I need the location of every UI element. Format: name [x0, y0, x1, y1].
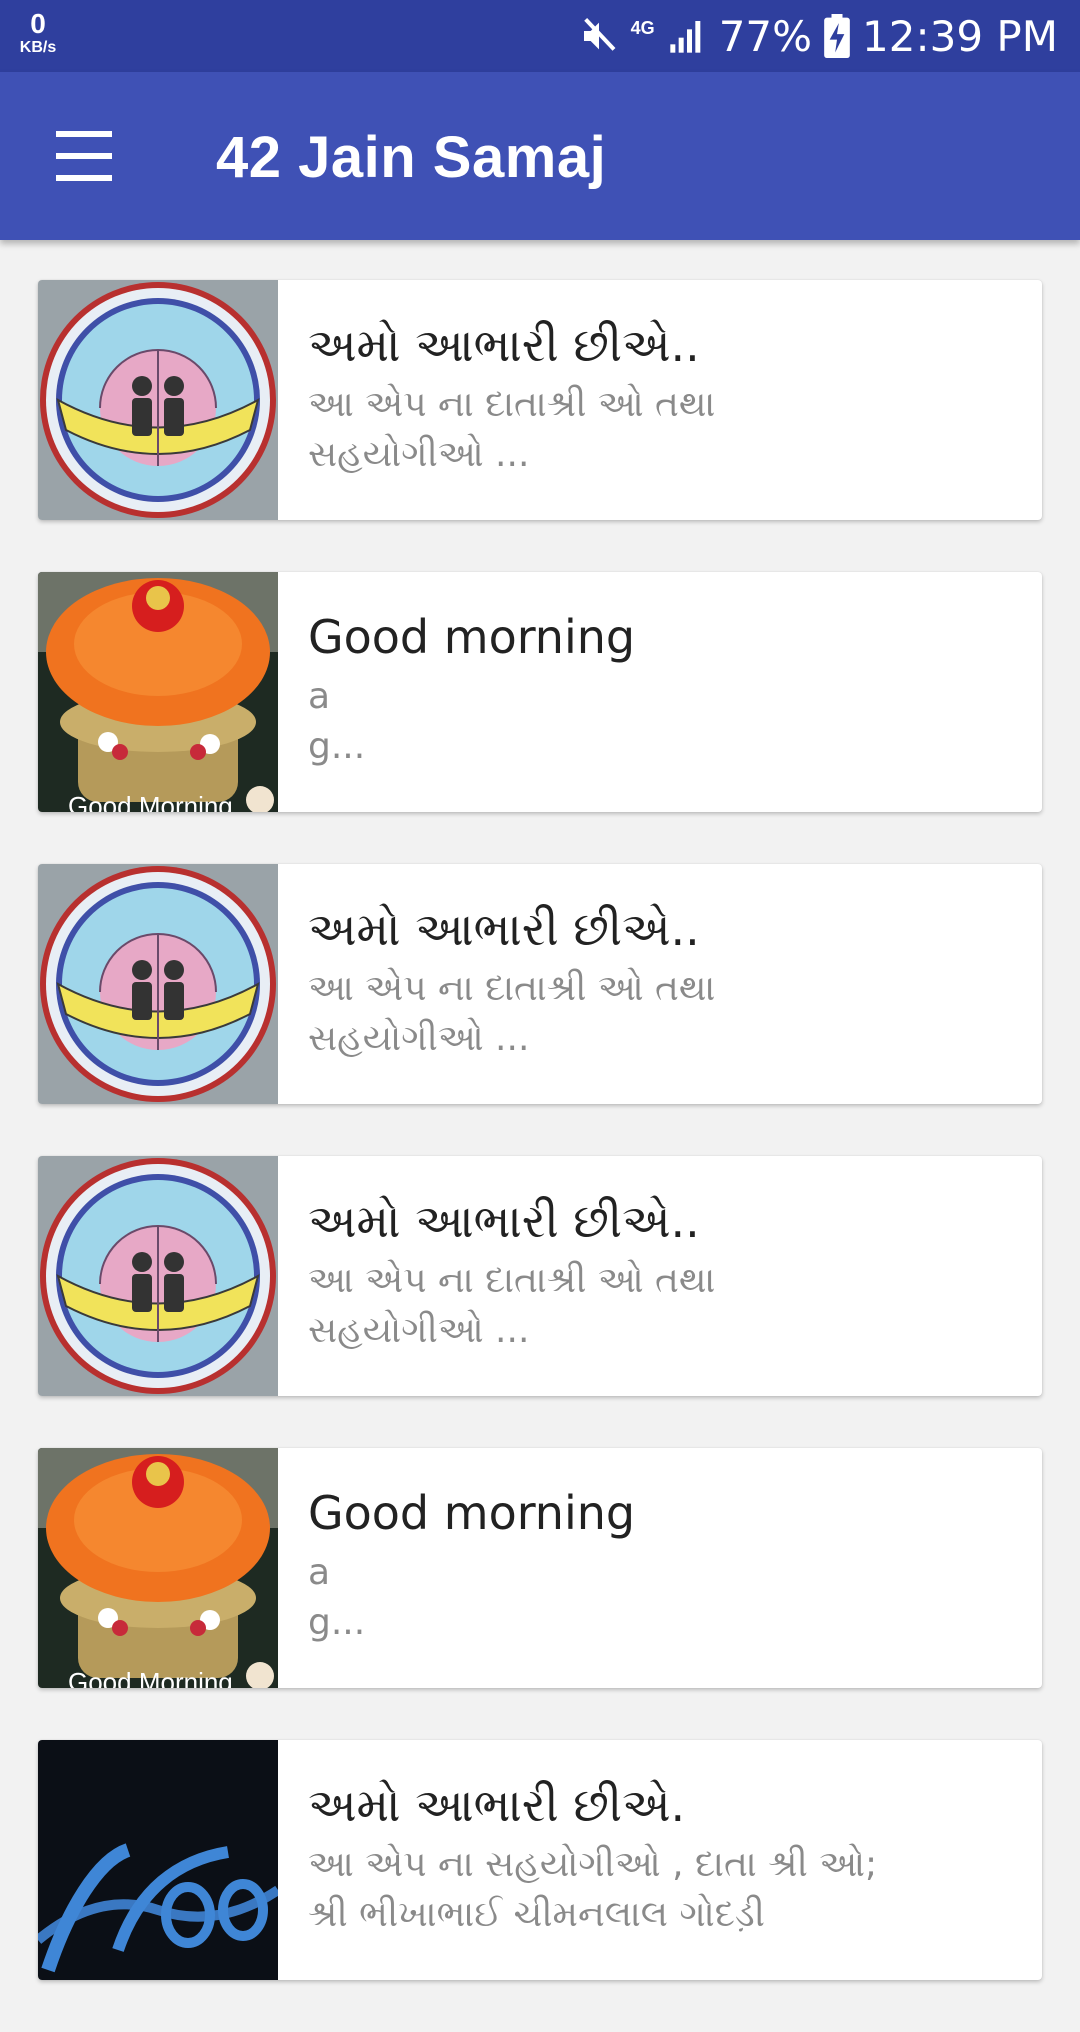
- post-thumbnail-flowers: Good Morning: [38, 1448, 278, 1688]
- network-type: 4G: [630, 17, 655, 38]
- post-card[interactable]: અમો આભારી છીએ.. આ એપ ના દાતાશ્રી ઓ તથા સ…: [38, 1156, 1042, 1396]
- hamburger-menu-icon[interactable]: [40, 122, 128, 190]
- post-title: Good morning: [308, 1486, 636, 1540]
- network-speed-value: 0: [30, 8, 46, 39]
- post-thumbnail-logo: [38, 280, 278, 520]
- post-card[interactable]: Good Morning Good morning a g...: [38, 1448, 1042, 1688]
- status-bar: 0 KB/s 4G 77% 12:39 PM: [0, 0, 1080, 72]
- app-bar: 42 Jain Samaj: [0, 72, 1080, 240]
- thumbnail-caption: Good Morning: [68, 791, 233, 812]
- network-speed: 0 KB/s: [16, 10, 60, 56]
- post-description: આ એપ ના સહયોગીઓ , દાતા શ્રી ઓ; શ્રી ભીખા…: [308, 1844, 878, 1935]
- post-description: આ એપ ના દાતાશ્રી ઓ તથા સહયોગીઓ ...: [308, 384, 716, 475]
- post-card[interactable]: અમો આભારી છીએ.. આ એપ ના દાતાશ્રી ઓ તથા સ…: [38, 280, 1042, 520]
- post-title: Good morning: [308, 610, 636, 664]
- post-list: અમો આભારી છીએ.. આ એપ ના દાતાશ્રી ઓ તથા સ…: [38, 280, 1042, 2032]
- mute-icon: [579, 16, 619, 56]
- battery-percent: 77%: [718, 11, 813, 61]
- post-thumbnail-welcome: [38, 1740, 278, 1980]
- network-speed-unit: KB/s: [19, 39, 57, 56]
- app-title: 42 Jain Samaj: [216, 125, 607, 190]
- thumbnail-caption: Good Morning: [68, 1667, 233, 1688]
- post-title: અમો આભારી છીએ.: [308, 1778, 686, 1832]
- post-card[interactable]: અમો આભારી છીએ.. આ એપ ના દાતાશ્રી ઓ તથા સ…: [38, 864, 1042, 1104]
- post-description: આ એપ ના દાતાશ્રી ઓ તથા સહયોગીઓ ...: [308, 968, 716, 1059]
- post-thumbnail-logo: [38, 864, 278, 1104]
- post-description: a g...: [308, 676, 366, 767]
- post-title: અમો આભારી છીએ..: [308, 902, 700, 956]
- post-card[interactable]: Good Morning Good morning a g...: [38, 572, 1042, 812]
- post-description: આ એપ ના દાતાશ્રી ઓ તથા સહયોગીઓ ...: [308, 1260, 716, 1351]
- post-card[interactable]: અમો આભારી છીએ. આ એપ ના સહયોગીઓ , દાતા શ્…: [38, 1740, 1042, 1980]
- post-description: a g...: [308, 1552, 366, 1643]
- post-thumbnail-logo: [38, 1156, 278, 1396]
- status-indicators: 4G 77% 12:39 PM: [579, 0, 1058, 72]
- post-thumbnail-flowers: Good Morning: [38, 572, 278, 812]
- signal-icon: [667, 16, 707, 56]
- post-title: અમો આભારી છીએ..: [308, 318, 700, 372]
- clock: 12:39 PM: [862, 11, 1058, 61]
- post-title: અમો આભારી છીએ..: [308, 1194, 700, 1248]
- battery-charging-icon: [824, 14, 850, 58]
